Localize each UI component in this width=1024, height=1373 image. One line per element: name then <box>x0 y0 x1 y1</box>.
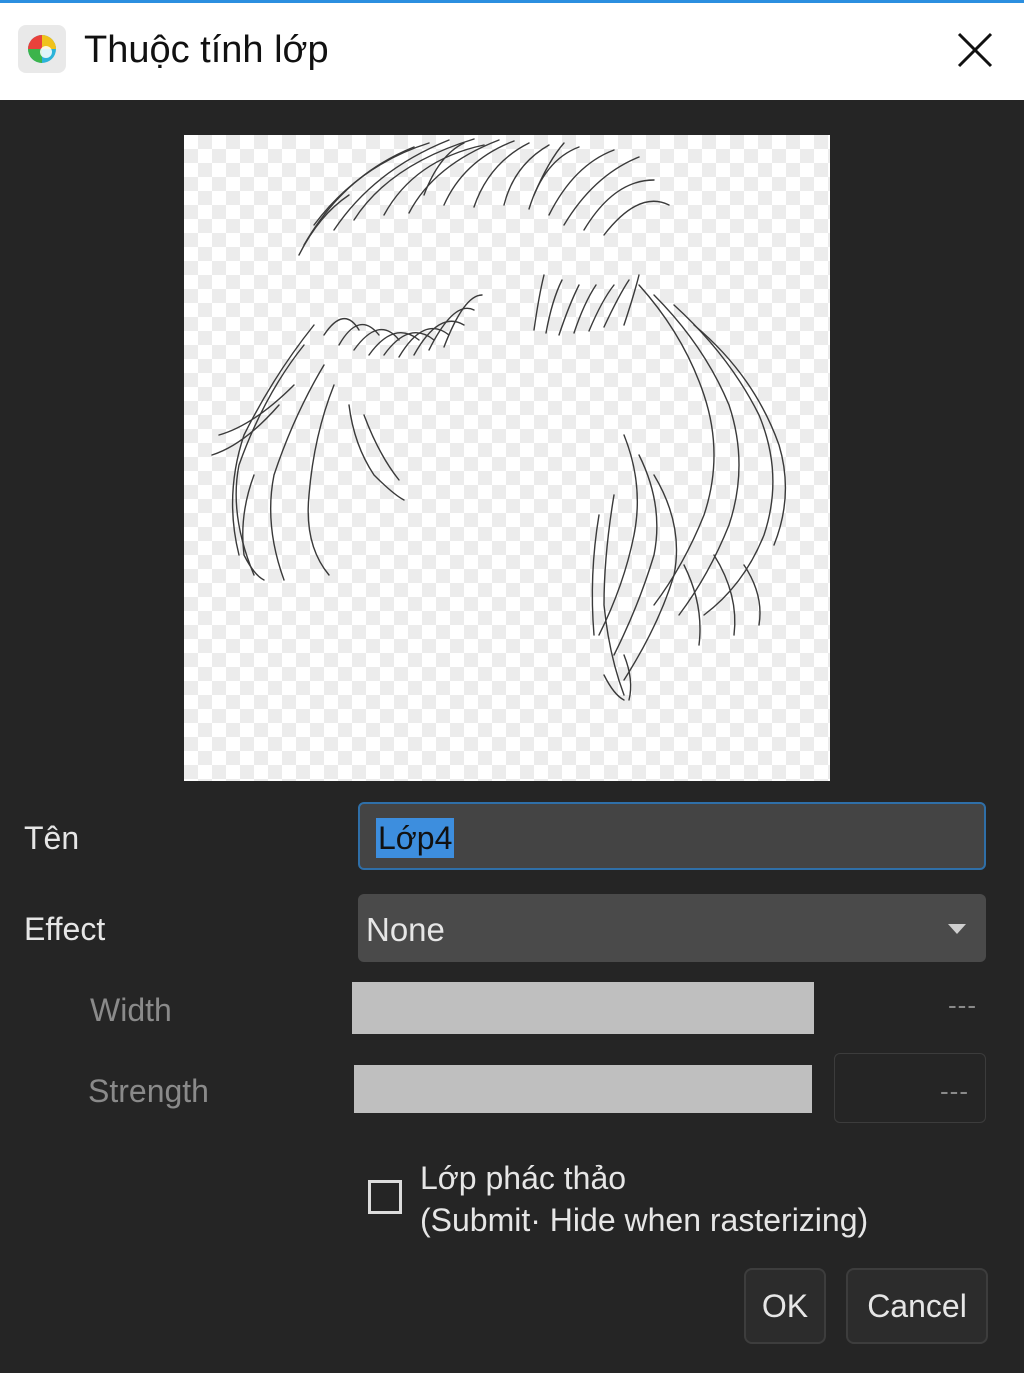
app-logo-icon <box>18 25 66 73</box>
close-button[interactable] <box>948 25 1002 79</box>
strength-value: --- <box>940 1076 969 1106</box>
draft-layer-label: Lớp phác thảo (Submit· Hide when rasteri… <box>420 1157 868 1241</box>
strength-label: Strength <box>88 1073 209 1109</box>
width-value: --- <box>948 990 977 1020</box>
draft-layer-label-line2: (Submit· Hide when rasterizing) <box>420 1202 869 1238</box>
width-slider[interactable] <box>352 982 814 1034</box>
effect-selected-value: None <box>366 911 445 948</box>
ok-button[interactable]: OK <box>744 1268 826 1344</box>
draft-layer-checkbox[interactable] <box>368 1180 402 1214</box>
cancel-button[interactable]: Cancel <box>846 1268 988 1344</box>
close-icon <box>957 32 993 68</box>
title-bar: Thuộc tính lớp <box>0 3 1024 100</box>
layer-preview-thumbnail <box>184 135 830 781</box>
strength-number-box[interactable]: --- <box>834 1053 986 1123</box>
name-label: Tên <box>24 820 80 856</box>
dialog-title: Thuộc tính lớp <box>84 29 329 71</box>
chevron-down-icon <box>948 924 966 934</box>
width-label: Width <box>90 992 172 1028</box>
layer-name-input[interactable]: Lớp4 <box>358 802 986 870</box>
draft-layer-label-line1: Lớp phác thảo <box>420 1160 627 1196</box>
layer-name-value: Lớp4 <box>376 818 455 858</box>
effect-select[interactable]: None <box>358 894 986 962</box>
effect-label: Effect <box>24 911 106 947</box>
strength-slider[interactable] <box>354 1065 812 1113</box>
